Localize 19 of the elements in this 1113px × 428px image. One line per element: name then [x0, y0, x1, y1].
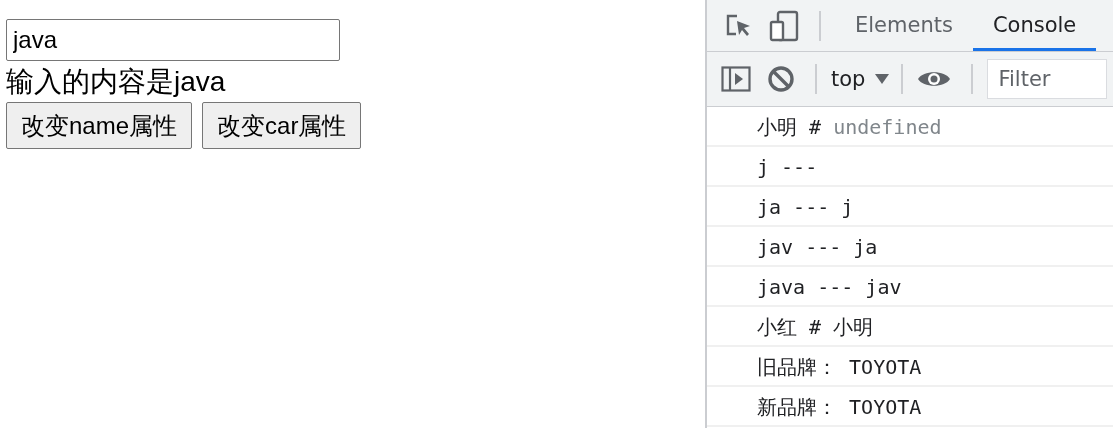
context-dropdown[interactable]: top	[831, 67, 890, 91]
sidebar-toggle-icon[interactable]	[721, 66, 751, 92]
console-message: 新品牌： TOYOTA	[707, 387, 1113, 427]
console-message: java --- jav	[707, 267, 1113, 307]
action-button[interactable]: 改变name属性	[6, 102, 193, 149]
caret-icon	[875, 73, 890, 85]
clear-console-icon[interactable]	[767, 65, 795, 93]
console-message: ja --- j	[707, 187, 1113, 227]
filter-field[interactable]: Filter	[987, 59, 1108, 99]
action-button[interactable]: 改变car属性	[202, 102, 362, 149]
console-message: 小明 # undefined	[707, 107, 1113, 147]
device-toolbar-icon[interactable]	[769, 9, 799, 42]
console-message: jav --- ja	[707, 227, 1113, 267]
output-text: 输入的内容是java	[6, 65, 226, 99]
input-field[interactable]: java	[6, 19, 340, 61]
devtools-tab[interactable]: Elements	[835, 0, 973, 51]
console-message: 小红 # 小明	[707, 307, 1113, 347]
console-message: j ---	[707, 147, 1113, 187]
console-message: 旧品牌： TOYOTA	[707, 347, 1113, 387]
